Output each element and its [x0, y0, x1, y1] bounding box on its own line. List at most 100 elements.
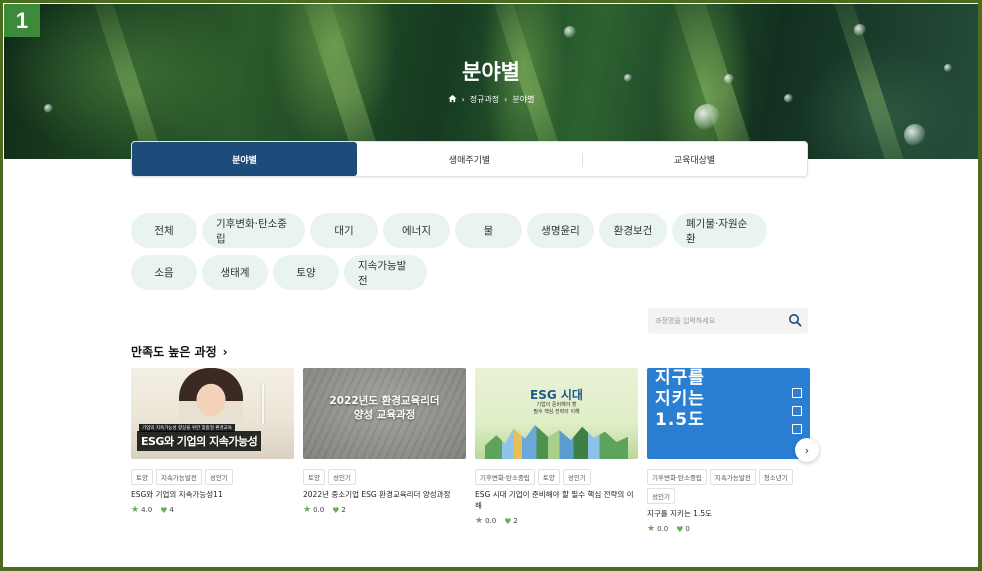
chip-energy[interactable]: 에너지: [383, 213, 450, 248]
page-title: 분야별: [462, 60, 520, 84]
section-title[interactable]: 만족도 높은 과정 ›: [131, 343, 228, 360]
tab-by-lifecycle[interactable]: 생애주기별: [357, 142, 582, 176]
course-tag: 성인기: [562, 469, 591, 485]
qr-code-icon: [792, 424, 802, 434]
chip-soil[interactable]: 토양: [273, 255, 339, 290]
course-thumbnail[interactable]: 2022년도 환경교육리더 양성 교육과정: [303, 368, 466, 459]
step-badge: 1: [4, 4, 40, 37]
tab-by-target[interactable]: 교육대상별: [582, 142, 807, 176]
course-card[interactable]: ESG 시대 기업이 준비해야 할 필수 핵심 전략의 이해 기후변화·탄소중립…: [475, 368, 638, 534]
rating: ★ 0.0: [303, 505, 324, 515]
course-tag: 토양: [537, 469, 560, 485]
chevron-right-icon: ›: [804, 443, 810, 457]
course-tag: 토양: [303, 469, 325, 485]
heart-icon: ♥: [504, 516, 512, 526]
course-thumbnail[interactable]: 지구를 지키는 1.5도: [647, 368, 810, 459]
chip-bioethics[interactable]: 생명윤리: [527, 213, 594, 248]
star-icon: ★: [475, 516, 484, 526]
course-tag: 토양: [131, 469, 153, 485]
chip-env-health[interactable]: 환경보건: [599, 213, 667, 248]
water-drop: [44, 104, 53, 113]
course-title[interactable]: 지구를 지키는 1.5도: [647, 508, 810, 519]
course-stats: ★ 0.0 ♥ 2: [475, 516, 638, 526]
thumbnail-caption: ESG 시대: [530, 388, 583, 402]
course-tag: 성인기: [647, 488, 675, 504]
rating-value: 0.0: [657, 525, 669, 533]
course-search: [648, 308, 808, 334]
heart-icon: ♥: [676, 524, 684, 534]
thumbnail-caption-line: 양성 교육과정: [353, 409, 416, 421]
thumbnail-caption-line: 1.5도: [655, 410, 705, 430]
rating-value: 0.0: [313, 506, 325, 514]
thumbnail-subtitle-line: 필수 핵심 전략의 이해: [533, 409, 580, 415]
course-tags: 토양 지속가능발전 성인기: [131, 469, 294, 485]
course-stats: ★ 4.0 ♥ 4: [131, 505, 294, 515]
course-list: 기업의 지속가능성 향상을 위한 맞춤형 환경교육 ESG와 기업의 지속가능성…: [131, 368, 811, 534]
course-tag: 성인기: [204, 469, 233, 485]
course-tag: 기후변화·탄소중립: [475, 469, 535, 485]
course-title[interactable]: ESG와 기업의 지속가능성11: [131, 489, 294, 500]
likes: ♥ 4: [160, 506, 174, 515]
thumbnail-caption: 지구를 지키는 1.5도: [655, 368, 705, 431]
chip-noise[interactable]: 소음: [131, 255, 197, 290]
course-card[interactable]: 기업의 지속가능성 향상을 위한 맞춤형 환경교육 ESG와 기업의 지속가능성…: [131, 368, 294, 534]
chip-waste[interactable]: 폐기물·자원순환: [672, 213, 767, 248]
search-icon[interactable]: [788, 313, 802, 327]
carousel-next-button[interactable]: ›: [795, 438, 819, 462]
city-illustration: [485, 425, 628, 459]
category-filter-chips: 전체 기후변화·탄소중립 대기 에너지 물 생명윤리 환경보건 폐기물·자원순환…: [131, 213, 791, 290]
chip-climate[interactable]: 기후변화·탄소중립: [202, 213, 305, 248]
course-thumbnail[interactable]: ESG 시대 기업이 준비해야 할 필수 핵심 전략의 이해: [475, 368, 638, 459]
chip-ecosystem[interactable]: 생태계: [202, 255, 268, 290]
home-icon[interactable]: [447, 94, 457, 105]
likes-value: 2: [513, 517, 518, 525]
course-card[interactable]: 2022년도 환경교육리더 양성 교육과정 토양 성인기 2022년 중소기업 …: [303, 368, 466, 534]
star-icon: ★: [303, 505, 312, 515]
course-tag: 기후변화·탄소중립: [647, 469, 707, 485]
breadcrumb-item[interactable]: 분야별: [512, 94, 534, 105]
water-drop: [854, 24, 866, 36]
course-thumbnail[interactable]: 기업의 지속가능성 향상을 위한 맞춤형 환경교육 ESG와 기업의 지속가능성: [131, 368, 294, 459]
likes-value: 2: [341, 506, 346, 514]
section-title-text: 만족도 높은 과정: [131, 345, 217, 359]
star-icon: ★: [647, 524, 656, 534]
breadcrumb-item[interactable]: 정규과정: [470, 94, 499, 105]
likes: ♥ 2: [332, 506, 346, 515]
search-input[interactable]: [655, 317, 785, 325]
heart-icon: ♥: [332, 505, 340, 515]
likes: ♥ 0: [676, 525, 690, 534]
tab-by-field[interactable]: 분야별: [132, 142, 357, 176]
rating-value: 4.0: [141, 506, 153, 514]
thumbnail-caption-line: 지키는: [655, 389, 705, 409]
thumbnail-caption: ESG와 기업의 지속가능성: [137, 431, 262, 451]
chip-sustainable[interactable]: 지속가능발전: [344, 255, 427, 290]
chip-all[interactable]: 전체: [131, 213, 197, 248]
course-tag: 지속가능발전: [155, 469, 202, 485]
qr-code-icon: [792, 388, 802, 398]
course-tag: 성인기: [327, 469, 356, 485]
course-tags: 토양 성인기: [303, 469, 466, 485]
heart-icon: ♥: [160, 505, 168, 515]
rating-value: 0.0: [485, 517, 497, 525]
rating: ★ 0.0: [647, 524, 668, 534]
water-drop: [904, 124, 926, 146]
course-card[interactable]: 지구를 지키는 1.5도 기후변화·탄소중립 지속가능발전 청소년기 성인기 지…: [647, 368, 810, 534]
course-title[interactable]: 2022년 중소기업 ESG 환경교육리더 양성과정: [303, 489, 466, 500]
likes-value: 0: [685, 525, 690, 533]
qr-code-icon: [792, 406, 802, 416]
thumbnail-caption: 2022년도 환경교육리더 양성 교육과정: [303, 394, 466, 422]
wind-turbine-icon: [262, 384, 264, 424]
course-title[interactable]: ESG 시대 기업이 준비해야 할 필수 핵심 전략의 이해: [475, 489, 638, 511]
thumbnail-caption-line: 2022년도 환경교육리더: [329, 395, 440, 407]
rating: ★ 4.0: [131, 505, 152, 515]
course-tags: 기후변화·탄소중립 토양 성인기: [475, 469, 638, 485]
thumbnail-caption-line: 지구를: [655, 368, 705, 388]
chip-air[interactable]: 대기: [310, 213, 378, 248]
course-stats: ★ 0.0 ♥ 2: [303, 505, 466, 515]
hero-banner: 분야별 › 정규과정 › 분야별: [4, 4, 978, 159]
likes: ♥ 2: [504, 517, 518, 526]
thumbnail-subtitle-line: 기업이 준비해야 할: [536, 402, 577, 408]
chip-water[interactable]: 물: [455, 213, 522, 248]
course-tag: 청소년기: [758, 469, 793, 485]
breadcrumb-separator: ›: [504, 95, 508, 104]
